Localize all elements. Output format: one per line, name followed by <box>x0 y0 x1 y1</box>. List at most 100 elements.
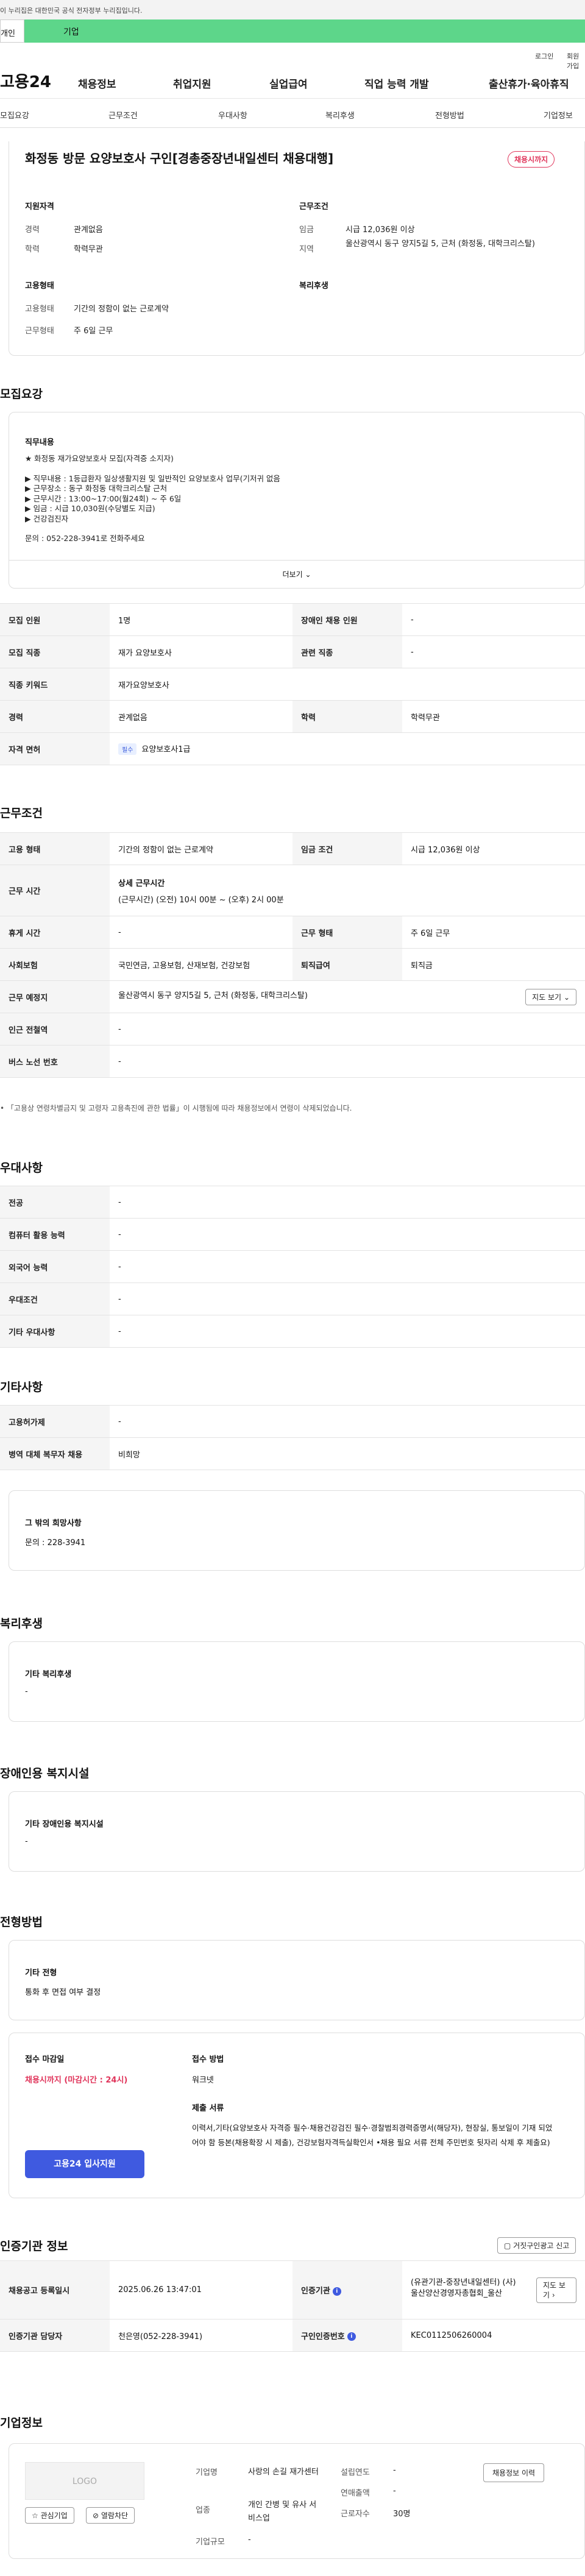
favorite-button[interactable]: ☆ 관심기업 <box>25 2507 74 2524</box>
etc-table: 고용허가제 - 병역 대체 복무자 채용 비희망 <box>0 1405 585 1470</box>
conditions-table: 고용 형태 기간의 정함이 없는 근로계약 임금 조건 시급 12,036원 이상 근… <box>0 832 585 1078</box>
nav-jobs[interactable]: 채용정보 <box>78 76 116 91</box>
main-nav: 고용24 채용정보 취업지원 실업급여 직업 능력 개발 출산휴가·육아휴직 <box>0 65 585 99</box>
table-row: 우대조건 - <box>0 1283 585 1315</box>
cell-label: 임금 조건 <box>292 832 402 865</box>
etc-box-title: 그 밖의 희망사항 <box>25 1519 82 1528</box>
cell-label: 근무 형태 <box>292 916 402 949</box>
info-icon[interactable]: i <box>332 2287 341 2296</box>
star-icon: ☆ <box>32 2511 38 2520</box>
docs-value: 이력서,기타(요양보호사 자격증 필수·채용건강검진 필수·경찰범죄경력증명서(… <box>192 2123 553 2147</box>
etc-heading: 기타사항 <box>0 1381 43 1394</box>
apply-button[interactable]: 고용24 입사지원 <box>25 2150 144 2178</box>
cell-value: 비희망 <box>110 1437 585 1470</box>
cell-label: 사회보험 <box>0 948 110 981</box>
table-row: 기타 우대사항 - <box>0 1315 585 1348</box>
cert-table: 채용공고 등록일시 2025.06.26 13:47:01 인증기관 i (유관기관-중… <box>0 2260 585 2352</box>
cell-value: - <box>110 1315 585 1348</box>
emp-heading: 고용형태 <box>25 281 54 291</box>
tab-company[interactable]: 기업정보 <box>544 109 573 121</box>
chevron-down-icon: ⌄ <box>563 993 570 1002</box>
recruit-heading: 모집요강 <box>0 387 43 401</box>
company-name-label: 기업명 <box>196 2468 218 2477</box>
cell-label: 학력 <box>292 700 402 733</box>
cell-value: 재가요양보호사 <box>110 668 585 701</box>
cell-value: 필수 요양보호사1급 <box>110 732 585 765</box>
cell-value: 상세 근무시간 (근무시간) (오전) 10시 00분 ~ (오후) 2시 00분 <box>110 865 585 916</box>
job-description-box: 직무내용 ★ 화정동 재가요양보호사 모집(자격증 소지자) ▶ 직무내용 : … <box>9 412 585 589</box>
segment-personal[interactable]: 개인 <box>0 19 24 43</box>
cell-value: - <box>110 1186 585 1219</box>
cell-label: 직종 키워드 <box>0 668 110 701</box>
welfare-box-value: - <box>25 1687 28 1696</box>
desc-line: ▶ 임금 : 시급 10,030원(수당별도 지급) <box>25 504 155 513</box>
wage-label: 임금 <box>299 225 314 235</box>
method-value: 워크넷 <box>192 2076 214 2085</box>
cell-label: 버스 노선 번호 <box>0 1045 110 1078</box>
block-label: 열람차단 <box>101 2511 129 2520</box>
cell-label: 인증기관 담당자 <box>0 2319 110 2352</box>
nav-training[interactable]: 직업 능력 개발 <box>364 76 429 91</box>
company-name-value: 사랑의 손길 재가센터 <box>248 2468 319 2477</box>
chevron-right-icon: › <box>551 2290 555 2299</box>
industry-value: 개인 간병 및 유사 서비스업 <box>248 2500 317 2523</box>
cell-label: 채용공고 등록일시 <box>0 2260 110 2319</box>
selection-box-value: 통화 후 면접 여부 결정 <box>25 1988 101 1997</box>
cell-label: 장애인 채용 인원 <box>292 603 402 636</box>
user-type-switch: 개인 기업 <box>0 19 585 43</box>
cell-label: 모집 직종 <box>0 635 110 668</box>
cell-label: 인증기관 i <box>292 2260 402 2319</box>
conditions-heading: 근무조건 <box>0 807 43 820</box>
cert-map-button[interactable]: 지도 보기 › <box>536 2277 576 2303</box>
cell-value: KEC0112506260004 <box>402 2319 585 2352</box>
cell-value: (유관기관-중장년내일센터) (사)울산양산경영자총협회_울산 지도 보기 › <box>402 2260 585 2319</box>
status-badge: 채용시까지 <box>508 151 555 168</box>
application-box: 접수 마감일 채용시까지 (마감시간 : 24시) 고용24 입사지원 접수 방… <box>9 2033 585 2198</box>
info-icon[interactable]: i <box>347 2332 356 2341</box>
docs-label: 제출 서류 <box>192 2104 224 2113</box>
cell-label: 구인인증번호 i <box>292 2319 402 2352</box>
tab-recruit[interactable]: 모집요강 <box>0 109 29 121</box>
gov-banner-text: 이 누리집은 대한민국 공식 전자정부 누리집입니다. <box>0 7 143 15</box>
tab-conditions[interactable]: 근무조건 <box>108 109 138 121</box>
table-row: 인증기관 담당자 천은영(052-228-3941) 구인인증번호 i KEC01125… <box>0 2319 585 2352</box>
site-logo[interactable]: 고용24 <box>0 69 51 92</box>
more-button[interactable]: 더보기 ⌄ <box>9 560 584 579</box>
table-row: 모집 직종 재가 요양보호사 관련 직종 - <box>0 635 585 668</box>
edu-label: 학력 <box>25 245 40 254</box>
company-jobs-button[interactable]: 채용정보 이력 <box>483 2463 545 2482</box>
nav-unemployment[interactable]: 실업급여 <box>269 76 308 91</box>
cell-value: - <box>402 635 585 668</box>
age-note-text: 「고용상 연령차별금지 및 고령자 고용촉진에 관한 법률」이 시행됨에 따라 … <box>6 1104 352 1113</box>
cell-value: - <box>110 1045 585 1078</box>
nav-employment-support[interactable]: 취업지원 <box>173 76 211 91</box>
table-row: 근무 예정지 울산광역시 동구 양지5길 5, 근처 (화정동, 대학크리스탈) 지… <box>0 980 585 1013</box>
cell-value: 기간의 정함이 없는 근로계약 <box>110 832 292 865</box>
tab-selection[interactable]: 전형방법 <box>435 109 464 121</box>
year-label: 설립연도 <box>341 2468 370 2477</box>
work-hours-value: (근무시간) (오전) 10시 00분 ~ (오후) 2시 00분 <box>118 895 284 905</box>
cell-label: 컴퓨터 활용 능력 <box>0 1218 110 1251</box>
segment-company[interactable]: 기업 <box>24 19 585 43</box>
cell-value: 퇴직금 <box>402 948 585 981</box>
sales-label: 연매출액 <box>341 2489 370 2498</box>
table-row: 고용 형태 기간의 정함이 없는 근로계약 임금 조건 시급 12,036원 이상 <box>0 832 585 865</box>
tab-welfare[interactable]: 복리후생 <box>325 109 355 121</box>
favorite-label: 관심기업 <box>40 2511 68 2520</box>
table-row: 모집 인원 1명 장애인 채용 인원 - <box>0 603 585 636</box>
table-row: 사회보험 국민연금, 고용보험, 산재보험, 건강보험 퇴직급여 퇴직금 <box>0 948 585 981</box>
map-button[interactable]: 지도 보기 ⌄ <box>525 988 576 1005</box>
cert-no-label: 구인인증번호 <box>301 2332 345 2341</box>
nav-leave[interactable]: 출산휴가·육아휴직 <box>489 76 569 91</box>
etc-box-value: 문의 : 228-3941 <box>25 1538 86 1548</box>
desc-heading: 직무내용 <box>25 438 54 447</box>
report-button[interactable]: ▢ 거짓구인광고 신고 <box>497 2237 576 2254</box>
tab-preferences[interactable]: 우대사항 <box>218 109 247 121</box>
prefs-heading: 우대사항 <box>0 1161 43 1175</box>
disability-box-value: - <box>25 1837 28 1846</box>
welfare-section-heading: 복리후생 <box>0 1617 43 1630</box>
block-button[interactable]: ⊘ 열람차단 <box>86 2507 135 2524</box>
cell-value: 관계없음 <box>110 700 292 733</box>
age-note: • 「고용상 연령차별금지 및 고령자 고용촉진에 관한 법률」이 시행됨에 따… <box>0 1104 352 1113</box>
login-link[interactable]: 로그인 <box>535 51 553 61</box>
